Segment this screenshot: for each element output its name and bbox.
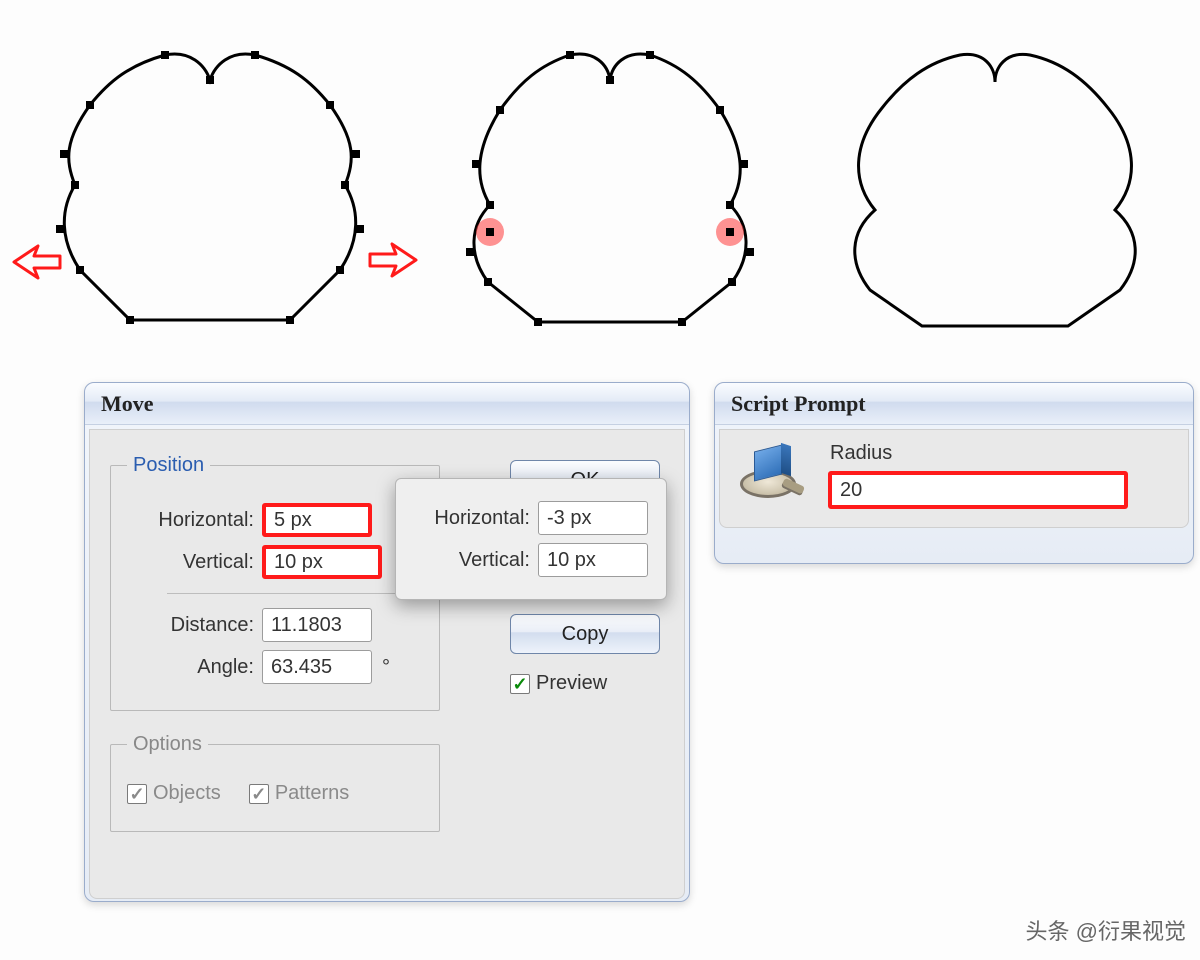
angle-unit: ° [382,656,390,679]
options-group: Options Objects Patterns [110,733,440,832]
horizontal-input[interactable] [262,503,372,537]
script-prompt-title-text: Script Prompt [731,391,866,417]
horizontal-label: Horizontal: [127,509,262,532]
script-icon [738,442,802,506]
shape-3 [800,10,1190,350]
distance-label: Distance: [127,614,262,637]
shape-2 [420,10,800,350]
separator [167,593,417,594]
script-prompt-dialog: Script Prompt Radius [714,382,1194,564]
vertical-input[interactable] [262,545,382,579]
position-group: Position Horizontal: Vertical: Distance:… [110,454,440,711]
copy-button[interactable]: Copy [510,614,660,654]
options-legend: Options [127,733,208,756]
script-prompt-title: Script Prompt [715,383,1193,425]
overlay-vertical-label: Vertical: [414,549,538,572]
overlay-panel: Horizontal: Vertical: [395,478,667,600]
objects-checkbox [127,784,147,804]
shapes-row [0,10,1200,360]
move-dialog-title-text: Move [101,391,154,417]
shape-1 [10,10,410,350]
patterns-checkbox [249,784,269,804]
arrow-right-icon [8,240,68,290]
overlay-horizontal-input[interactable] [538,501,648,535]
preview-label: Preview [536,672,607,695]
watermark: 头条 @衍果视觉 [1026,914,1186,946]
move-dialog-title: Move [85,383,689,425]
overlay-vertical-input[interactable] [538,543,648,577]
vertical-label: Vertical: [127,551,262,574]
angle-label: Angle: [127,656,262,679]
objects-label: Objects [153,782,221,805]
preview-checkbox[interactable] [510,674,530,694]
radius-input[interactable] [828,471,1128,509]
patterns-label: Patterns [275,782,349,805]
arrow-left-icon [362,238,422,288]
distance-input[interactable] [262,608,372,642]
move-dialog: Move Position Horizontal: Vertical: Dist… [84,382,690,902]
overlay-horizontal-label: Horizontal: [414,507,538,530]
angle-input[interactable] [262,650,372,684]
radius-label: Radius [830,442,1170,465]
position-legend: Position [127,454,210,477]
